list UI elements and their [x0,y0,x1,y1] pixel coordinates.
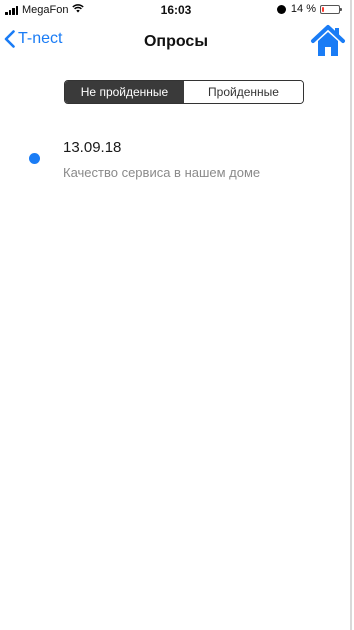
tab-not-completed[interactable]: Не пройденные [65,81,184,103]
battery-icon [320,4,342,14]
status-right: 14 % [276,3,342,15]
battery-fill [322,6,324,12]
tab-completed[interactable]: Пройденные [184,81,303,103]
home-icon [311,25,345,56]
battery-percent: 14 % [290,3,316,15]
survey-date: 13.09.18 [63,139,122,156]
unread-indicator [29,153,40,164]
app-screen: MegaFon 16:03 14 % T-nect Опросы Не прой… [0,0,352,630]
survey-filter-segmented-control: Не пройденные Пройденные [64,80,304,104]
alarm-icon [276,4,286,14]
survey-list-item[interactable]: 13.09.18 Качество сервиса в нашем доме [0,132,352,192]
navigation-bar: T-nect Опросы [0,20,352,64]
status-bar: MegaFon 16:03 14 % [0,0,352,20]
survey-title: Качество сервиса в нашем доме [63,165,261,180]
page-title: Опросы [143,33,208,50]
home-button[interactable] [310,24,346,58]
